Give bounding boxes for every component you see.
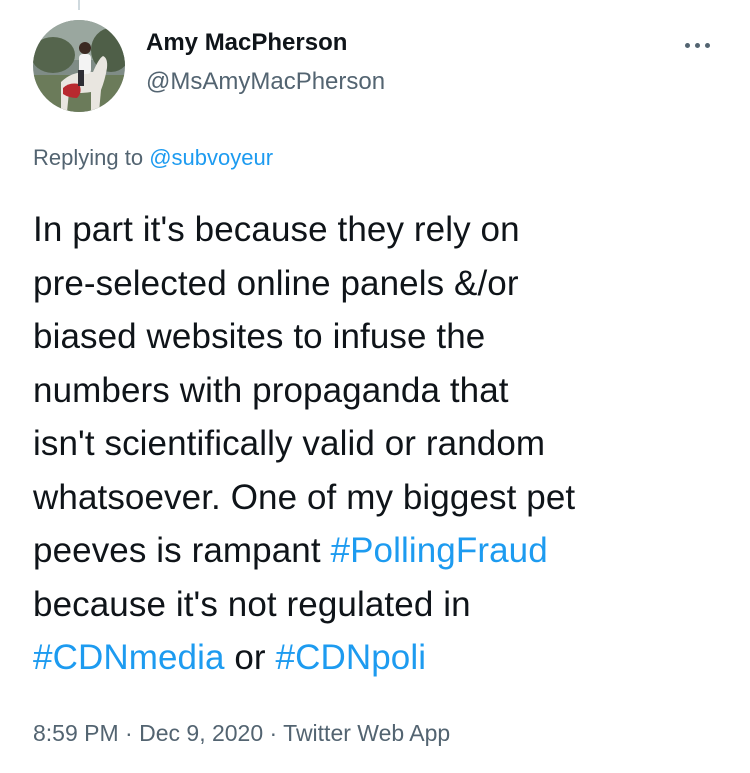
- author-handle[interactable]: @MsAmyMacPherson: [146, 68, 385, 96]
- more-horizontal-icon: [704, 42, 710, 48]
- hashtag-cdnpoli-link[interactable]: #CDNpoli: [276, 638, 427, 677]
- avatar[interactable]: [33, 20, 125, 112]
- tweet-text-segment: biased websites to infuse the: [33, 317, 486, 356]
- tweet-text-segment: peeves is rampant: [33, 531, 331, 570]
- tweet-text-segment: isn't scientifically valid or random: [33, 424, 546, 463]
- tweet-line: peeves is rampant #PollingFraud: [33, 524, 733, 578]
- replying-to: Replying to @subvoyeur: [33, 145, 273, 171]
- tweet-text-segment: pre-selected online panels &/or: [33, 263, 519, 303]
- more-horizontal-icon: [684, 42, 690, 48]
- tweet-source[interactable]: Twitter Web App: [283, 720, 450, 746]
- avatar-photo: [33, 20, 125, 112]
- author-name[interactable]: Amy MacPherson: [146, 29, 347, 57]
- tweet-line: whatsoever. One of my biggest pet: [33, 471, 733, 525]
- separator: ·: [263, 720, 284, 746]
- tweet-line: biased websites to infuse the: [33, 310, 733, 364]
- tweet-line: #CDNmedia or #CDNpoli: [33, 631, 733, 685]
- tweet-line: In part it's because they rely on: [33, 203, 733, 257]
- tweet-text-segment: whatsoever. One of my biggest pet: [33, 477, 576, 517]
- replying-to-label: Replying to: [33, 145, 150, 170]
- tweet-line: isn't scientifically valid or random: [33, 417, 733, 471]
- hashtag-pollingfraud-link[interactable]: #PollingFraud: [331, 531, 548, 570]
- tweet-text-segment: because it's not regulated in: [33, 584, 471, 624]
- tweet-text-segment: numbers with propaganda that: [33, 370, 509, 410]
- separator: ·: [118, 720, 140, 746]
- tweet-line: pre-selected online panels &/or: [33, 257, 733, 311]
- tweet-text: In part it's because they rely on pre-se…: [33, 203, 733, 685]
- tweet-text-segment: or: [224, 638, 276, 677]
- tweet-line: because it's not regulated in: [33, 578, 733, 632]
- tweet-line: numbers with propaganda that: [33, 364, 733, 418]
- replying-to-link[interactable]: @subvoyeur: [149, 145, 273, 170]
- tweet-date[interactable]: Dec 9, 2020: [139, 720, 263, 746]
- tweet-metadata: 8:59 PM · Dec 9, 2020 · Twitter Web App: [33, 720, 450, 747]
- tweet-time[interactable]: 8:59 PM: [33, 720, 119, 746]
- more-horizontal-icon: [694, 42, 700, 48]
- thread-connector-line: [78, 0, 80, 10]
- more-options-button[interactable]: [672, 30, 722, 60]
- hashtag-cdnmedia-link[interactable]: #CDNmedia: [33, 638, 225, 677]
- tweet-text-segment: In part it's because they rely on: [33, 210, 520, 249]
